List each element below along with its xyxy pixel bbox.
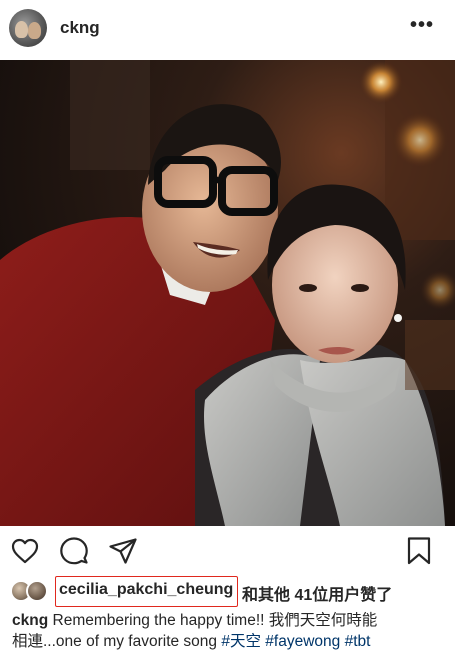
- caption-username[interactable]: ckng: [12, 612, 48, 629]
- liker-avatar[interactable]: [26, 580, 48, 602]
- bookmark-icon: [407, 537, 431, 565]
- photo-image: [0, 60, 455, 526]
- share-button[interactable]: [108, 536, 138, 566]
- caption-text-line2: 相連...one of my favorite song: [12, 633, 222, 650]
- share-icon: [109, 538, 137, 564]
- caption-text-line1: Remembering the happy time!! 我們天空何時能: [52, 612, 378, 629]
- post-header: ckng •••: [0, 0, 455, 58]
- more-options-icon[interactable]: •••: [410, 15, 434, 35]
- save-button[interactable]: [404, 536, 434, 566]
- post-photo[interactable]: [0, 60, 455, 526]
- profile-avatar[interactable]: [9, 9, 47, 47]
- hashtag-link[interactable]: #tbt: [345, 633, 371, 650]
- liker-avatars: [10, 580, 52, 602]
- like-button[interactable]: [10, 536, 40, 566]
- comment-button[interactable]: [59, 536, 89, 566]
- hashtag-link[interactable]: #fayewong: [265, 633, 340, 650]
- comment-icon: [60, 537, 88, 565]
- post-username[interactable]: ckng: [60, 18, 100, 38]
- post-caption: ckng Remembering the happy time!! 我們天空何時…: [12, 610, 448, 651]
- heart-icon: [11, 538, 39, 564]
- likes-row: cecilia_pakchi_cheung 和其他 41位用户赞了: [0, 576, 455, 607]
- post-actions: [0, 528, 455, 572]
- likes-count-text[interactable]: 和其他 41位用户赞了: [242, 581, 392, 605]
- hashtag-link[interactable]: #天空: [221, 633, 261, 650]
- liker-username[interactable]: cecilia_pakchi_cheung: [59, 581, 233, 599]
